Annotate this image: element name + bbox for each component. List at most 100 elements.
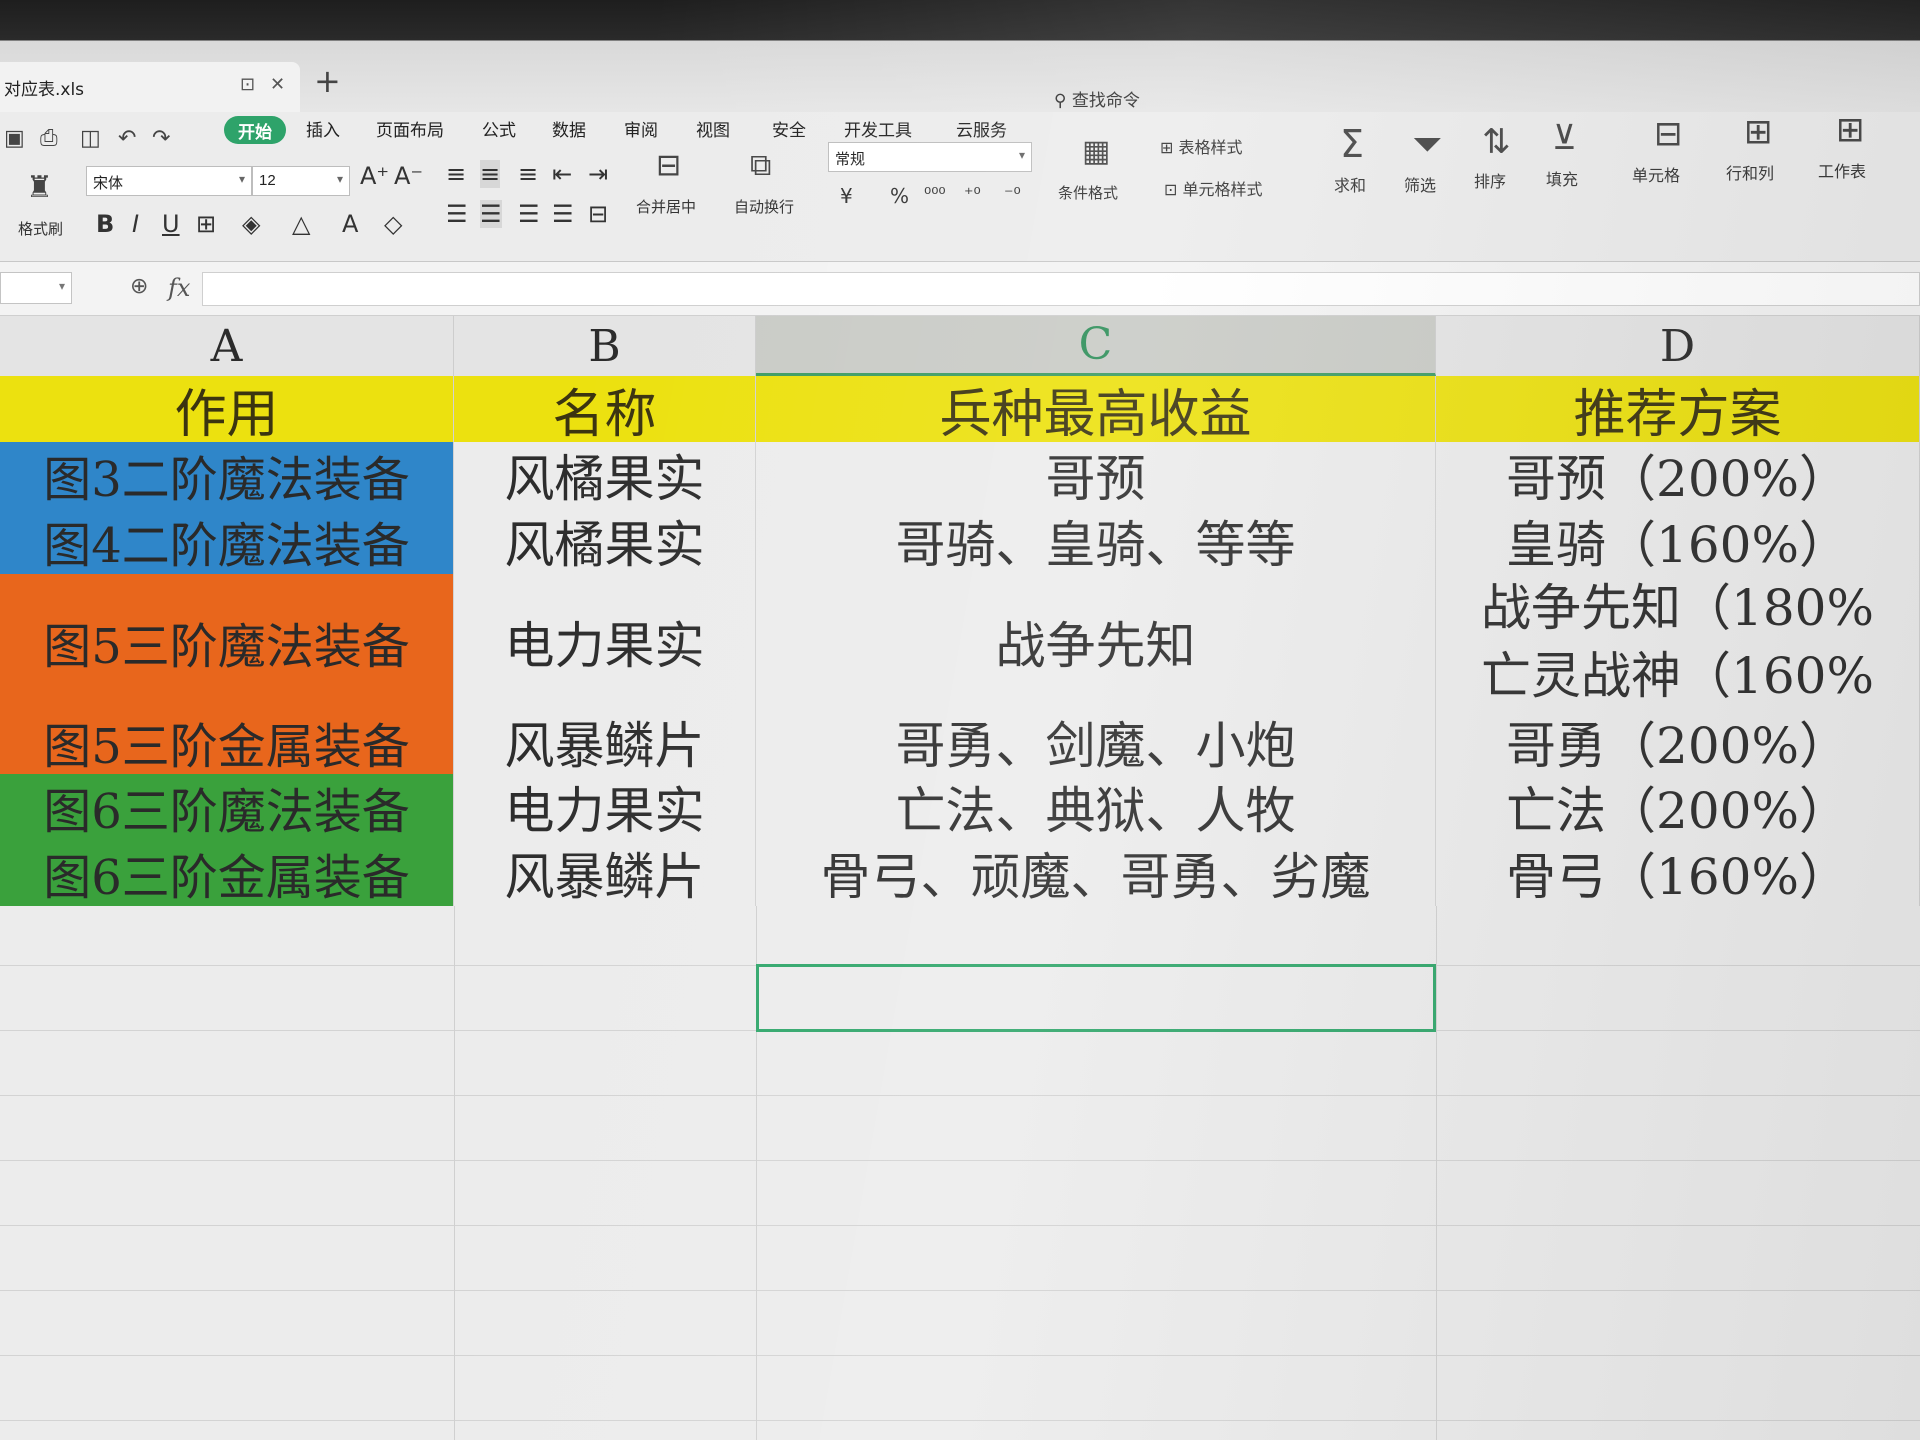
row-1-max-gain[interactable]: 哥预 <box>756 442 1436 508</box>
align-bottom-icon[interactable]: ≡ <box>518 160 538 188</box>
row-2-purpose[interactable]: 图4二阶魔法装备 <box>0 508 454 574</box>
row-5-max-gain[interactable]: 亡法、典狱、人牧 <box>756 774 1436 840</box>
name-box[interactable]: ▾ <box>0 272 72 304</box>
table-style-button[interactable]: ⊞ 表格样式 <box>1160 134 1243 158</box>
cell-icon[interactable]: ⊟ <box>1654 114 1683 154</box>
filter-label[interactable]: 筛选 <box>1404 172 1436 196</box>
header-cell-purpose[interactable]: 作用 <box>0 376 454 442</box>
formula-input[interactable] <box>202 272 1920 306</box>
row-3-max-gain[interactable]: 战争先知 <box>756 574 1436 710</box>
row-3-purpose[interactable]: 图5三阶魔法装备 <box>0 574 454 710</box>
redo-icon[interactable]: ↷ <box>152 126 170 151</box>
row-5-purpose[interactable]: 图6三阶魔法装备 <box>0 774 454 840</box>
row-1-name[interactable]: 风橘果实 <box>454 442 756 508</box>
indent-decrease-icon[interactable]: ⇤ <box>552 160 572 188</box>
column-header-d[interactable]: D <box>1436 316 1920 376</box>
row-col-icon[interactable]: ⊞ <box>1744 112 1773 152</box>
menu-home[interactable]: 开始 <box>224 116 286 144</box>
font-shrink-icon[interactable]: A⁻ <box>394 162 423 190</box>
row-4-max-gain[interactable]: 哥勇、剑魔、小炮 <box>756 710 1436 774</box>
italic-icon[interactable]: I <box>132 210 139 238</box>
currency-button[interactable]: ¥ <box>840 184 853 208</box>
row-2-name[interactable]: 风橘果实 <box>454 508 756 574</box>
menu-formula[interactable]: 公式 <box>482 116 516 144</box>
font-size-select[interactable]: 12 ▾ <box>252 166 350 196</box>
menu-security[interactable]: 安全 <box>772 116 806 144</box>
menu-page-layout[interactable]: 页面布局 <box>376 116 444 144</box>
row-6-name[interactable]: 风暴鳞片 <box>454 840 756 906</box>
fx-icon[interactable]: fx <box>168 274 190 302</box>
menu-review[interactable]: 审阅 <box>624 116 658 144</box>
spreadsheet-grid[interactable]: A B C D 作用 名称 兵种最高收益 推荐方案 图3二阶魔法装备 风橘果实 … <box>0 316 1920 1440</box>
font-color-icon[interactable]: △ <box>292 210 310 238</box>
font-color-a-icon[interactable]: A <box>342 210 358 238</box>
decimal-decrease-icon[interactable]: ⁻⁰ <box>1004 184 1021 205</box>
cell-style-button[interactable]: ⊡ 单元格样式 <box>1164 176 1263 200</box>
sort-label[interactable]: 排序 <box>1474 168 1506 192</box>
fill-color-icon[interactable]: ◈ <box>242 210 260 238</box>
row-3-name[interactable]: 电力果实 <box>454 574 756 710</box>
fill-label[interactable]: 填充 <box>1546 166 1578 190</box>
row-4-recommendation[interactable]: 哥勇（200%） <box>1436 710 1920 774</box>
align-center-icon[interactable]: ☰ <box>480 200 502 228</box>
decimal-increase-icon[interactable]: ⁺⁰ <box>964 184 981 205</box>
sort-icon[interactable]: ⇅ <box>1482 122 1511 162</box>
zoom-icon[interactable]: ⊕ <box>130 274 148 299</box>
row-col-label[interactable]: 行和列 <box>1726 160 1774 184</box>
selected-cell[interactable] <box>756 964 1436 1032</box>
format-painter-icon[interactable]: ♜ <box>26 170 53 205</box>
menu-data[interactable]: 数据 <box>552 116 586 144</box>
file-tab[interactable]: 对应表.xls ⊡ ✕ <box>0 62 300 112</box>
worksheet-icon[interactable]: ⊞ <box>1836 110 1865 150</box>
align-top-icon[interactable]: ≡ <box>446 160 466 188</box>
border-icon[interactable]: ⊞ <box>196 210 216 238</box>
auto-wrap-icon[interactable]: ⧉ <box>750 148 771 183</box>
new-tab-plus-icon[interactable]: + <box>314 62 341 100</box>
align-middle-icon[interactable]: ≡ <box>480 160 501 188</box>
merge-center-label[interactable]: 合并居中 <box>636 196 696 217</box>
header-cell-max-gain[interactable]: 兵种最高收益 <box>756 376 1436 442</box>
conditional-format-label[interactable]: 条件格式 <box>1058 182 1118 203</box>
search-command[interactable]: ⚲ 查找命令 <box>1054 86 1140 111</box>
row-4-name[interactable]: 风暴鳞片 <box>454 710 756 774</box>
row-6-max-gain[interactable]: 骨弓、顽魔、哥勇、劣魔 <box>756 840 1436 906</box>
column-header-b[interactable]: B <box>454 316 756 376</box>
row-4-purpose[interactable]: 图5三阶金属装备 <box>0 710 454 774</box>
undo-icon[interactable]: ↶ <box>118 126 136 151</box>
font-grow-icon[interactable]: A⁺ <box>360 162 389 190</box>
indent-increase-icon[interactable]: ⇥ <box>588 160 608 188</box>
row-1-purpose[interactable]: 图3二阶魔法装备 <box>0 442 454 508</box>
window-restore-icon[interactable]: ⊡ <box>240 74 255 95</box>
menu-view[interactable]: 视图 <box>696 116 730 144</box>
percent-button[interactable]: % <box>890 184 909 208</box>
menu-insert[interactable]: 插入 <box>306 116 340 144</box>
row-2-max-gain[interactable]: 哥骑、皇骑、等等 <box>756 508 1436 574</box>
row-6-recommendation[interactable]: 骨弓（160%） <box>1436 840 1920 906</box>
menu-cloud[interactable]: 云服务 <box>956 116 1007 144</box>
column-header-c[interactable]: C <box>756 316 1436 376</box>
thousands-icon[interactable]: ⁰⁰⁰ <box>924 184 946 205</box>
bold-icon[interactable]: B <box>96 210 114 238</box>
menu-developer[interactable]: 开发工具 <box>844 116 912 144</box>
fill-icon[interactable]: ⊻ <box>1552 118 1577 158</box>
auto-wrap-label[interactable]: 自动换行 <box>734 196 794 217</box>
column-header-a[interactable]: A <box>0 316 454 376</box>
row-5-name[interactable]: 电力果实 <box>454 774 756 840</box>
cell-label[interactable]: 单元格 <box>1632 162 1680 186</box>
row-6-purpose[interactable]: 图6三阶金属装备 <box>0 840 454 906</box>
close-icon[interactable]: ✕ <box>270 74 285 95</box>
header-cell-recommendation[interactable]: 推荐方案 <box>1436 376 1920 442</box>
justify-icon[interactable]: ☰ <box>552 200 574 228</box>
font-name-select[interactable]: 宋体 ▾ <box>86 166 252 196</box>
distribute-icon[interactable]: ⊟ <box>588 200 608 228</box>
preview-icon[interactable]: ◫ <box>80 126 101 151</box>
print-icon[interactable]: ⎙ <box>40 126 58 151</box>
row-5-recommendation[interactable]: 亡法（200%） <box>1436 774 1920 840</box>
row-1-recommendation[interactable]: 哥预（200%） <box>1436 442 1920 508</box>
worksheet-label[interactable]: 工作表 <box>1818 158 1866 182</box>
conditional-format-icon[interactable]: ▦ <box>1082 134 1110 169</box>
filter-icon[interactable]: ⏷ <box>1412 122 1442 167</box>
sum-icon[interactable]: Σ <box>1340 122 1364 166</box>
clear-format-icon[interactable]: ◇ <box>384 210 402 238</box>
row-3-recommendation[interactable]: 战争先知（180% 亡灵战神（160% <box>1436 574 1920 710</box>
